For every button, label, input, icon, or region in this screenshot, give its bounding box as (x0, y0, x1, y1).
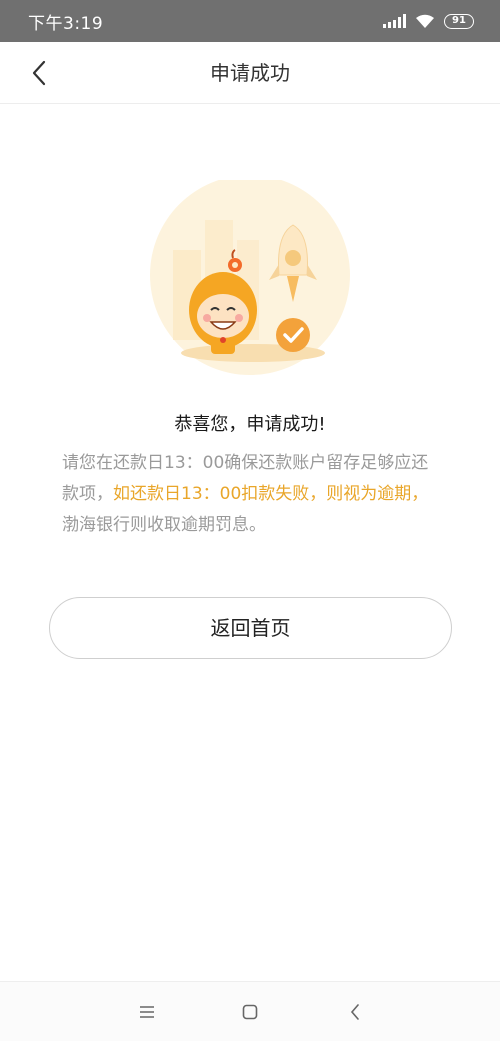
system-back-button[interactable] (337, 994, 373, 1030)
battery-icon: 91 (444, 13, 474, 29)
chevron-left-icon (350, 1004, 359, 1020)
repayment-notice: 请您在还款日13：00确保还款账户留存足够应还款项，如还款日13：00扣款失败，… (62, 448, 442, 541)
nav-bar: 申请成功 (0, 42, 500, 104)
menu-icon (140, 1006, 154, 1018)
square-icon (242, 1004, 258, 1020)
status-icons: 91 (383, 13, 474, 29)
status-bar: 下午3:19 91 (0, 0, 500, 42)
check-badge-icon (276, 318, 310, 352)
notice-text-end: 渤海银行则收取逾期罚息。 (62, 515, 266, 535)
status-time: 下午3:19 (28, 13, 104, 34)
success-illustration (150, 180, 350, 375)
wifi-icon (416, 14, 434, 28)
home-button[interactable] (232, 994, 268, 1030)
menu-button[interactable] (129, 994, 165, 1030)
system-nav-bar (0, 981, 500, 1041)
return-home-button[interactable]: 返回首页 (49, 597, 452, 659)
chevron-left-icon (32, 60, 46, 86)
success-title: 恭喜您，申请成功! (174, 414, 326, 435)
page-title: 申请成功 (210, 61, 290, 85)
signal-icon (383, 14, 406, 28)
notice-warning: 如还款日13：00扣款失败，则视为逾期， (113, 484, 429, 504)
back-button[interactable] (22, 56, 56, 90)
